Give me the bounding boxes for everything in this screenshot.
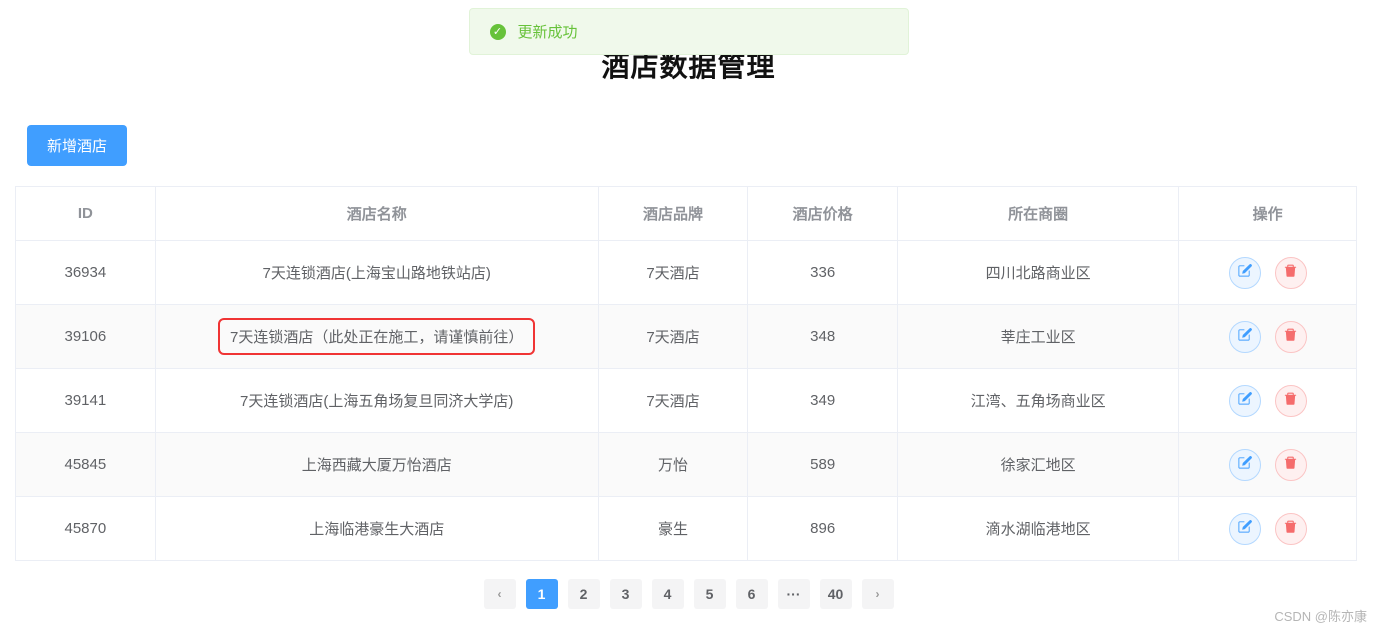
page-next-button[interactable]: › <box>862 579 894 609</box>
page-number-button[interactable]: 3 <box>610 579 642 609</box>
cell-name: 7天连锁酒店(上海五角场复旦同济大学店) <box>155 369 598 433</box>
edit-button[interactable] <box>1229 321 1261 353</box>
cell-price: 896 <box>748 497 898 561</box>
cell-name: 7天连锁酒店(上海宝山路地铁站店) <box>155 241 598 305</box>
edit-icon <box>1237 263 1252 282</box>
edit-button[interactable] <box>1229 257 1261 289</box>
trash-icon <box>1283 263 1298 282</box>
hotel-table: ID 酒店名称 酒店品牌 酒店价格 所在商圈 操作 36934 7天连锁酒店(上… <box>15 186 1357 561</box>
col-price: 酒店价格 <box>748 187 898 241</box>
page-number-button[interactable]: 1 <box>526 579 558 609</box>
cell-area: 莘庄工业区 <box>897 305 1178 369</box>
col-id: ID <box>16 187 156 241</box>
cell-price: 349 <box>748 369 898 433</box>
page-ellipsis[interactable]: ··· <box>778 579 810 609</box>
edit-button[interactable] <box>1229 513 1261 545</box>
page-number-button[interactable]: 2 <box>568 579 600 609</box>
cell-id: 39106 <box>16 305 156 369</box>
cell-price: 336 <box>748 241 898 305</box>
cell-brand: 豪生 <box>598 497 748 561</box>
edit-icon <box>1237 391 1252 410</box>
cell-op <box>1179 433 1357 497</box>
cell-op <box>1179 369 1357 433</box>
edit-icon <box>1237 519 1252 538</box>
cell-id: 45870 <box>16 497 156 561</box>
cell-name: 上海临港豪生大酒店 <box>155 497 598 561</box>
edit-icon <box>1237 327 1252 346</box>
cell-id: 45845 <box>16 433 156 497</box>
col-name: 酒店名称 <box>155 187 598 241</box>
trash-icon <box>1283 327 1298 346</box>
cell-area: 徐家汇地区 <box>897 433 1178 497</box>
page-number-button[interactable]: 4 <box>652 579 684 609</box>
page-last-button[interactable]: 40 <box>820 579 852 609</box>
cell-price: 348 <box>748 305 898 369</box>
chevron-left-icon: ‹ <box>498 587 502 601</box>
cell-brand: 万怡 <box>598 433 748 497</box>
edit-button[interactable] <box>1229 385 1261 417</box>
cell-area: 滴水湖临港地区 <box>897 497 1178 561</box>
cell-op <box>1179 305 1357 369</box>
cell-id: 39141 <box>16 369 156 433</box>
page-prev-button[interactable]: ‹ <box>484 579 516 609</box>
cell-name: 上海西藏大厦万怡酒店 <box>155 433 598 497</box>
trash-icon <box>1283 455 1298 474</box>
check-circle-icon: ✓ <box>490 24 506 40</box>
cell-brand: 7天酒店 <box>598 241 748 305</box>
table-header-row: ID 酒店名称 酒店品牌 酒店价格 所在商圈 操作 <box>16 187 1357 241</box>
trash-icon <box>1283 391 1298 410</box>
table-row: 45870 上海临港豪生大酒店 豪生 896 滴水湖临港地区 <box>16 497 1357 561</box>
cell-area: 江湾、五角场商业区 <box>897 369 1178 433</box>
cell-op <box>1179 497 1357 561</box>
chevron-right-icon: › <box>876 587 880 601</box>
pagination: ‹ 123456 ··· 40 › <box>15 579 1362 609</box>
cell-op <box>1179 241 1357 305</box>
watermark: CSDN @陈亦康 <box>1274 606 1367 625</box>
success-toast: ✓ 更新成功 <box>469 8 909 55</box>
table-row: 36934 7天连锁酒店(上海宝山路地铁站店) 7天酒店 336 四川北路商业区 <box>16 241 1357 305</box>
cell-brand: 7天酒店 <box>598 369 748 433</box>
trash-icon <box>1283 519 1298 538</box>
table-row: 39141 7天连锁酒店(上海五角场复旦同济大学店) 7天酒店 349 江湾、五… <box>16 369 1357 433</box>
table-row: 45845 上海西藏大厦万怡酒店 万怡 589 徐家汇地区 <box>16 433 1357 497</box>
cell-id: 36934 <box>16 241 156 305</box>
delete-button[interactable] <box>1275 385 1307 417</box>
page-number-button[interactable]: 5 <box>694 579 726 609</box>
col-area: 所在商圈 <box>897 187 1178 241</box>
cell-area: 四川北路商业区 <box>897 241 1178 305</box>
table-row: 39106 7天连锁酒店（此处正在施工，请谨慎前往） 7天酒店 348 莘庄工业… <box>16 305 1357 369</box>
delete-button[interactable] <box>1275 513 1307 545</box>
delete-button[interactable] <box>1275 449 1307 481</box>
edit-icon <box>1237 455 1252 474</box>
cell-name: 7天连锁酒店（此处正在施工，请谨慎前往） <box>155 305 598 369</box>
page-number-button[interactable]: 6 <box>736 579 768 609</box>
add-hotel-button[interactable]: 新增酒店 <box>27 125 127 166</box>
cell-brand: 7天酒店 <box>598 305 748 369</box>
delete-button[interactable] <box>1275 321 1307 353</box>
toast-message: 更新成功 <box>518 21 578 42</box>
edit-button[interactable] <box>1229 449 1261 481</box>
col-brand: 酒店品牌 <box>598 187 748 241</box>
cell-price: 589 <box>748 433 898 497</box>
delete-button[interactable] <box>1275 257 1307 289</box>
col-op: 操作 <box>1179 187 1357 241</box>
highlighted-name: 7天连锁酒店（此处正在施工，请谨慎前往） <box>218 318 535 355</box>
